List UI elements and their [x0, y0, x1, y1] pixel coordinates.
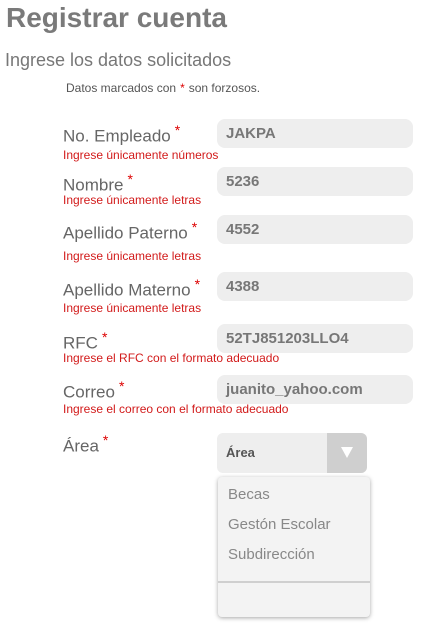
first-name-input[interactable]: 5236	[217, 167, 413, 196]
employee-number-input[interactable]: JAKPA	[217, 119, 413, 148]
rfc-error: Ingrese el RFC con el formato adecuado	[63, 351, 280, 365]
area-option-gestion-escolar[interactable]: Gestón Escolar	[228, 516, 331, 533]
paternal-surname-label: Apellido Paterno *	[63, 219, 198, 243]
rfc-label: RFC *	[63, 329, 108, 353]
maternal-surname-error: Ingrese únicamente letras	[63, 301, 202, 315]
required-note-prefix: Datos marcados con	[66, 81, 177, 95]
email-label: Correo *	[63, 378, 125, 402]
rfc-input[interactable]: 52TJ851203LLO4	[217, 324, 413, 353]
area-select[interactable]: Área	[217, 433, 367, 473]
area-option-subdireccion[interactable]: Subdirección	[228, 546, 315, 563]
paternal-surname-error: Ingrese únicamente letras	[63, 249, 202, 263]
options-divider	[218, 581, 370, 583]
required-star: *	[118, 378, 125, 394]
first-name-error: Ingrese únicamente letras	[63, 193, 202, 207]
required-star: *	[102, 432, 109, 448]
email-error: Ingrese el correo con el formato adecuad…	[63, 402, 289, 416]
first-name-label: Nombre *	[63, 171, 133, 195]
area-selected-value: Área	[226, 445, 255, 460]
paternal-surname-input[interactable]: 4552	[217, 215, 413, 244]
triangle-down-icon	[341, 447, 353, 458]
required-note-star: *	[180, 81, 185, 95]
required-star: *	[194, 276, 201, 292]
employee-number-error: Ingrese únicamente números	[63, 148, 219, 162]
area-dropdown-button[interactable]	[327, 433, 367, 473]
area-options-list: Becas Gestón Escolar Subdirección	[218, 477, 370, 617]
employee-number-label: No. Empleado *	[63, 122, 181, 146]
required-star: *	[191, 219, 198, 235]
page-title: Registrar cuenta	[6, 2, 227, 33]
area-label: Área *	[63, 432, 109, 456]
email-input[interactable]: juanito_yahoo.com	[217, 375, 413, 404]
required-star: *	[127, 171, 133, 187]
maternal-surname-label: Apellido Materno *	[63, 276, 201, 300]
required-note: Datos marcados con * son forzosos.	[66, 81, 260, 95]
required-note-suffix: son forzosos.	[188, 81, 261, 95]
area-option-becas[interactable]: Becas	[228, 486, 270, 503]
required-star: *	[101, 329, 108, 345]
required-star: *	[174, 122, 181, 138]
maternal-surname-input[interactable]: 4388	[217, 272, 413, 301]
page-subtitle: Ingrese los datos solicitados	[5, 50, 232, 70]
